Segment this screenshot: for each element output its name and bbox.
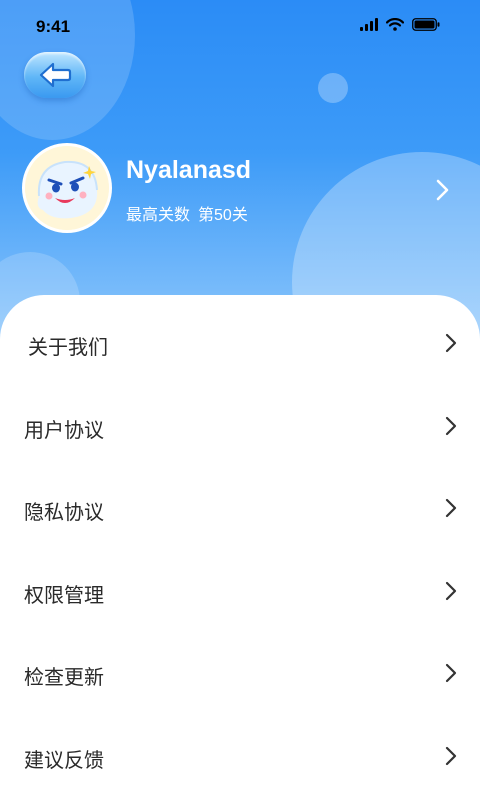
avatar[interactable] xyxy=(22,143,112,233)
menu-item-label: 检查更新 xyxy=(24,667,104,689)
status-icons xyxy=(360,18,440,31)
menu-item-privacy-agreement[interactable]: 隐私协议 xyxy=(0,478,480,538)
status-bar: 9:41 xyxy=(0,0,480,54)
back-button[interactable] xyxy=(24,52,86,98)
chevron-right-icon xyxy=(445,498,457,518)
status-time: 9:41 xyxy=(36,17,71,36)
highest-level-value: 第50关 xyxy=(198,207,248,224)
menu-item-check-update[interactable]: 检查更新 xyxy=(0,643,480,703)
menu-item-label: 隐私协议 xyxy=(24,502,104,524)
menu-item-label: 建议反馈 xyxy=(24,750,104,772)
arrow-left-icon xyxy=(39,62,72,88)
chevron-right-icon xyxy=(445,333,457,353)
battery-icon xyxy=(412,18,440,31)
chevron-right-icon xyxy=(445,663,457,683)
signal-icon xyxy=(360,18,378,31)
highest-level-label: 最高关数 xyxy=(126,207,191,224)
menu-item-about-us[interactable]: 关于我们 xyxy=(0,313,480,373)
menu-item-label: 用户协议 xyxy=(24,420,104,442)
decorative-bubble xyxy=(318,73,348,103)
menu-item-user-agreement[interactable]: 用户协议 xyxy=(0,396,480,456)
chevron-right-icon xyxy=(445,746,457,766)
menu-item-label: 权限管理 xyxy=(24,585,104,607)
menu-item-permission-management[interactable]: 权限管理 xyxy=(0,561,480,621)
menu-item-label: 关于我们 xyxy=(28,337,108,359)
chevron-right-icon xyxy=(445,416,457,436)
chevron-right-icon xyxy=(445,581,457,601)
wifi-icon xyxy=(386,18,404,31)
username: Nyalanasd xyxy=(126,156,252,184)
menu-item-feedback[interactable]: 建议反馈 xyxy=(0,726,480,786)
highest-level: 最高关数 第50关 xyxy=(126,201,248,225)
ghost-mascot-avatar xyxy=(25,146,109,230)
chevron-right-icon[interactable] xyxy=(428,176,456,204)
settings-menu: 关于我们 用户协议 隐私协议 权限管理 检查更新 建议反馈 xyxy=(0,295,480,800)
